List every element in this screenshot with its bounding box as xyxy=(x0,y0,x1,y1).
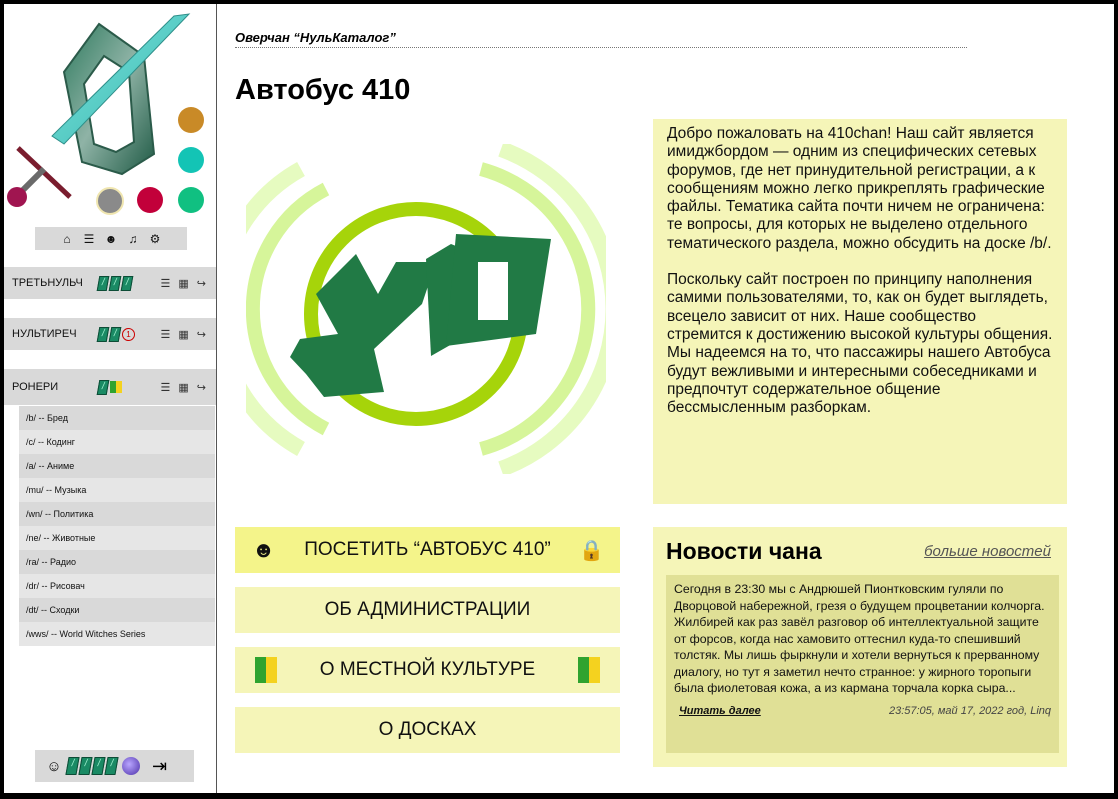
news-text: Сегодня в 23:30 мы с Андрюшей Пионтковск… xyxy=(674,582,1045,695)
mask-icon[interactable]: ☻ xyxy=(103,231,119,247)
group-actions: ☰ ▦ ↪ xyxy=(161,277,207,290)
color-dot-red[interactable] xyxy=(137,187,163,213)
about-boards-label: О ДОСКАХ xyxy=(378,719,477,740)
color-dot-green[interactable] xyxy=(178,187,204,213)
grid-icon[interactable]: ▦ xyxy=(178,328,188,341)
board-group-tretnulch[interactable]: ТРЕТЬНУЛЬЧ / / / ☰ ▦ ↪ xyxy=(4,267,216,299)
lock-icon: 🔒 xyxy=(579,539,604,562)
tag-badge: / xyxy=(91,757,106,775)
main-content: Оверчан “НульКаталог” Автобус 410 Добро … xyxy=(210,4,1114,793)
more-news-link[interactable]: больше новостей xyxy=(924,543,1051,560)
tag-badge: / xyxy=(120,275,134,291)
news-meta: 23:57:05, май 17, 2022 год, Linq xyxy=(888,705,1051,717)
board-link[interactable]: /dr/ -- Рисовач xyxy=(19,574,215,598)
welcome-paragraph: Поскольку сайт построен по принципу напо… xyxy=(667,271,1053,417)
beginner-leaf-icon xyxy=(578,657,600,683)
user-bar: ☺ / / / / ⇥ xyxy=(35,750,194,782)
welcome-paragraph: Добро пожаловать на 410chan! Наш сайт яв… xyxy=(667,125,1052,252)
tag-badge: / xyxy=(78,757,93,775)
board-group-label: РОНЕРИ xyxy=(12,381,59,393)
board-link[interactable]: /wws/ -- World Witches Series xyxy=(19,622,215,646)
board-list: /b/ -- Бред /c/ -- Кодинг /a/ -- Аниме /… xyxy=(19,406,215,646)
home-icon[interactable]: ⌂ xyxy=(59,231,75,247)
board-group-label: ТРЕТЬНУЛЬЧ xyxy=(12,277,83,289)
about-boards-button[interactable]: О ДОСКАХ xyxy=(235,707,620,753)
list-icon[interactable]: ☰ xyxy=(161,277,171,290)
visit-label: ПОСЕТИТЬ “АВТОБУС 410” xyxy=(304,539,551,560)
board-group-nultirech[interactable]: НУЛЬТИРЕЧ / / 1 ☰ ▦ ↪ xyxy=(4,318,216,350)
tag-badge: / xyxy=(108,275,122,291)
about-culture-label: О МЕСТНОЙ КУЛЬТУРЕ xyxy=(319,659,536,680)
board-link[interactable]: /mu/ -- Музыка xyxy=(19,478,215,502)
board-group-roneri[interactable]: РОНЕРИ / ☰ ▦ ↪ xyxy=(4,369,216,405)
news-panel: Новости чана больше новостей Сегодня в 2… xyxy=(653,527,1067,767)
notification-badge: 1 xyxy=(122,327,135,341)
about-admin-label: ОБ АДМИНИСТРАЦИИ xyxy=(324,599,531,620)
database-icon[interactable]: ☰ xyxy=(81,231,97,247)
news-title: Новости чана xyxy=(666,538,822,564)
group-tags: / xyxy=(96,379,122,395)
board-link[interactable]: /ne/ -- Животные xyxy=(19,526,215,550)
anon-mask-icon: ☻ xyxy=(252,537,276,562)
color-dot-amber[interactable] xyxy=(178,107,204,133)
sidebar: ⌂ ☰ ☻ ♫ ⚙ ТРЕТЬНУЛЬЧ / / / ☰ ▦ ↪ НУЛЬТИР… xyxy=(4,4,217,793)
share-icon[interactable]: ↪ xyxy=(197,328,206,341)
visit-board-button[interactable]: ☻ ПОСЕТИТЬ “АВТОБУС 410” 🔒 xyxy=(235,527,620,573)
about-culture-button[interactable]: О МЕСТНОЙ КУЛЬТУРЕ xyxy=(235,647,620,693)
group-tags: / / / xyxy=(96,275,134,291)
user-icon[interactable]: ☺ xyxy=(43,758,65,775)
settings-icon[interactable]: ⚙ xyxy=(147,231,163,247)
about-admin-button[interactable]: ОБ АДМИНИСТРАЦИИ xyxy=(235,587,620,633)
group-actions: ☰ ▦ ↪ xyxy=(161,328,207,341)
410-logo-graphic xyxy=(210,141,622,477)
share-icon[interactable]: ↪ xyxy=(197,277,206,290)
color-dot-gray[interactable] xyxy=(96,187,124,215)
tag-badge: / xyxy=(96,326,110,342)
top-icon-bar: ⌂ ☰ ☻ ♫ ⚙ xyxy=(35,227,187,250)
board-link[interactable]: /dt/ -- Сходки xyxy=(19,598,215,622)
color-dot-teal[interactable] xyxy=(178,147,204,173)
logout-icon[interactable]: ⇥ xyxy=(152,756,167,777)
news-item: Сегодня в 23:30 мы с Андрюшей Пионтковск… xyxy=(666,575,1059,753)
read-more-link[interactable]: Читать далее xyxy=(679,703,761,720)
site-logo[interactable] xyxy=(4,4,216,226)
globe-icon[interactable] xyxy=(122,757,140,775)
board-link[interactable]: /c/ -- Кодинг xyxy=(19,430,215,454)
welcome-text: Добро пожаловать на 410chan! Наш сайт яв… xyxy=(653,119,1067,504)
tag-badge: / xyxy=(108,326,122,342)
page-title: Автобус 410 xyxy=(235,74,411,106)
tag-badge: / xyxy=(104,757,119,775)
share-icon[interactable]: ↪ xyxy=(197,381,206,394)
list-icon[interactable]: ☰ xyxy=(161,381,171,394)
410-logo xyxy=(210,141,622,477)
board-link[interactable]: /b/ -- Бред xyxy=(19,406,215,430)
tag-badge: / xyxy=(96,275,110,291)
group-actions: ☰ ▦ ↪ xyxy=(161,381,207,394)
board-link[interactable]: /a/ -- Аниме xyxy=(19,454,215,478)
beginner-leaf-icon xyxy=(110,381,122,393)
board-link[interactable]: /ra/ -- Радио xyxy=(19,550,215,574)
beginner-leaf-icon xyxy=(255,657,277,683)
tag-badge: / xyxy=(65,757,80,775)
music-icon[interactable]: ♫ xyxy=(125,231,141,247)
site-title[interactable]: Оверчан “НульКаталог” xyxy=(235,30,967,48)
grid-icon[interactable]: ▦ xyxy=(178,381,188,394)
app-frame: ⌂ ☰ ☻ ♫ ⚙ ТРЕТЬНУЛЬЧ / / / ☰ ▦ ↪ НУЛЬТИР… xyxy=(4,4,1114,793)
board-group-label: НУЛЬТИРЕЧ xyxy=(12,328,77,340)
board-link[interactable]: /wn/ -- Политика xyxy=(19,502,215,526)
group-tags: / / 1 xyxy=(96,326,135,342)
grid-icon[interactable]: ▦ xyxy=(178,277,188,290)
tag-badge: / xyxy=(96,379,110,395)
list-icon[interactable]: ☰ xyxy=(161,328,171,341)
